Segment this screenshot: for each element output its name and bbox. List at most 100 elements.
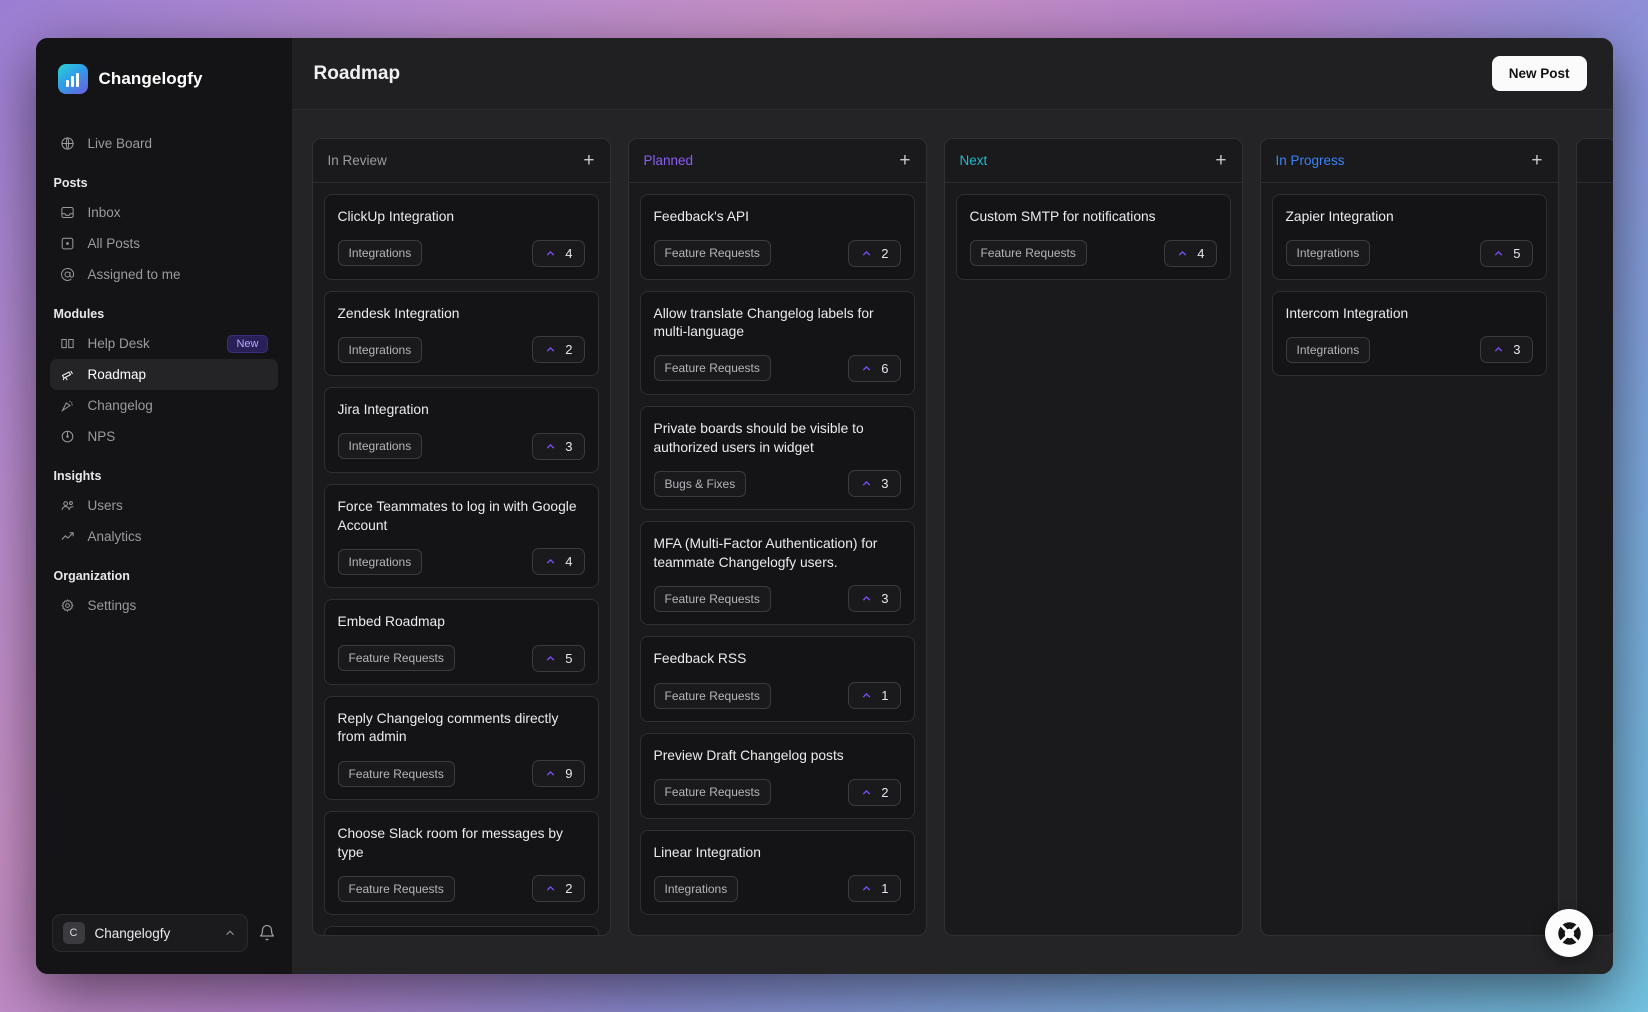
vote-count: 5 xyxy=(565,650,573,666)
sidebar-item-label: NPS xyxy=(87,429,116,444)
card-title: ClickUp Integration xyxy=(337,209,455,224)
sidebar-item-assigned-to-me[interactable]: Assigned to me xyxy=(50,259,278,290)
roadmap-card[interactable]: Feedback's API Feature Requests 2 xyxy=(639,194,915,280)
brand-name: Changelogfy xyxy=(98,69,203,88)
roadmap-card[interactable]: Allow translate Changelog labels for mul… xyxy=(639,290,915,395)
vote-button[interactable]: 5 xyxy=(1480,239,1533,267)
sidebar-item-analytics[interactable]: Analytics xyxy=(50,521,278,552)
new-post-button[interactable]: New Post xyxy=(1491,56,1587,91)
vote-button[interactable]: 1 xyxy=(848,682,901,709)
chevron-up-icon xyxy=(863,481,871,486)
roadmap-card[interactable]: Zendesk Integration Integrations 2 xyxy=(323,290,599,377)
card-title: Force Teammates to log in with Google Ac… xyxy=(337,498,577,533)
roadmap-card[interactable]: Custom SMTP for notifications Feature Req… xyxy=(955,194,1231,280)
column-title: Planned xyxy=(643,153,694,168)
sidebar-item-settings[interactable]: Settings xyxy=(50,590,278,621)
add-card-button[interactable]: + xyxy=(1531,151,1542,170)
roadmap-card[interactable]: Private boards should be visible to auth… xyxy=(639,405,915,511)
roadmap-card[interactable]: Feedback and Reactions Should Post to Sl… xyxy=(323,926,599,935)
sidebar-item-live-board[interactable]: Live Board xyxy=(50,128,278,159)
card-tag: Integrations xyxy=(1285,240,1371,267)
board-column-planned: Planned + Feedback's API Feature Requests… xyxy=(627,138,927,936)
roadmap-card[interactable]: Reply Changelog comments directly from a… xyxy=(323,695,599,800)
sidebar-item-label: Assigned to me xyxy=(87,267,181,282)
card-title: Choose Slack room for messages by type xyxy=(337,826,563,860)
card-title: Feedback's API xyxy=(653,209,749,224)
column-header xyxy=(1576,139,1613,183)
vote-button[interactable]: 2 xyxy=(532,875,585,903)
roadmap-board[interactable]: In Review + ClickUp Integration Integrati… xyxy=(291,110,1613,974)
add-card-button[interactable]: + xyxy=(583,151,594,170)
card-tag: Feature Requests xyxy=(653,355,771,382)
vote-button[interactable]: 2 xyxy=(532,336,585,364)
sidebar-item-label: Settings xyxy=(87,598,137,613)
telescope-icon xyxy=(60,367,76,383)
vote-button[interactable]: 5 xyxy=(532,644,585,672)
roadmap-card[interactable]: Force Teammates to log in with Google Ac… xyxy=(323,483,599,589)
roadmap-card[interactable]: Preview Draft Changelog posts Feature Req… xyxy=(639,733,915,819)
chevron-up-icon xyxy=(1495,250,1503,256)
sidebar-item-label: Help Desk xyxy=(87,336,150,351)
sidebar-group-modules: Modules xyxy=(53,307,105,321)
vote-button[interactable]: 3 xyxy=(532,432,585,460)
vote-count: 2 xyxy=(565,881,573,897)
org-name: Changelogfy xyxy=(94,925,171,941)
sidebar-item-changelog[interactable]: Changelog xyxy=(50,390,278,421)
vote-button[interactable]: 9 xyxy=(532,760,585,787)
sidebar-item-help-desk[interactable]: Help Desk New xyxy=(50,328,278,359)
sidebar: Changelogfy Live Board Posts Inbox All P… xyxy=(35,38,292,974)
roadmap-card[interactable]: Jira Integration Integrations 3 xyxy=(323,387,599,473)
users-icon xyxy=(60,498,76,514)
sidebar-item-users[interactable]: Users xyxy=(50,490,278,521)
roadmap-card[interactable]: Zapier Integration Integrations 5 xyxy=(1271,194,1547,280)
roadmap-card[interactable]: Feedback RSS Feature Requests 1 xyxy=(639,636,915,722)
vote-button[interactable]: 3 xyxy=(848,585,901,613)
lifebuoy-icon xyxy=(1557,921,1581,945)
vote-count: 2 xyxy=(881,784,889,800)
vote-button[interactable]: 4 xyxy=(1164,239,1217,267)
sidebar-item-inbox[interactable]: Inbox xyxy=(50,197,278,228)
org-switcher[interactable]: C Changelogfy xyxy=(51,914,248,952)
vote-button[interactable]: 4 xyxy=(532,548,585,576)
bell-icon[interactable] xyxy=(258,924,276,942)
card-tag: Feature Requests xyxy=(653,240,771,267)
column-header: In Progress + xyxy=(1260,139,1558,183)
chevron-up-icon xyxy=(547,886,555,891)
vote-button[interactable]: 6 xyxy=(848,354,901,382)
add-card-button[interactable]: + xyxy=(899,151,910,170)
roadmap-card[interactable]: Linear Integration Integrations 1 xyxy=(639,829,915,916)
card-title: Feedback RSS xyxy=(653,651,747,667)
avatar: C xyxy=(62,922,85,944)
vote-button[interactable]: 4 xyxy=(532,239,585,267)
card-tag: Feature Requests xyxy=(337,875,455,902)
sidebar-item-nps[interactable]: NPS xyxy=(50,421,278,452)
vote-button[interactable]: 2 xyxy=(848,239,901,267)
card-tag: Feature Requests xyxy=(337,645,455,672)
roadmap-card[interactable]: Embed Roadmap Feature Requests 5 xyxy=(323,599,599,685)
chevron-up-icon xyxy=(863,886,871,891)
help-button[interactable] xyxy=(1545,909,1593,957)
card-title: Custom SMTP for notifications xyxy=(969,209,1156,224)
vote-button[interactable]: 2 xyxy=(848,778,901,806)
sidebar-item-roadmap[interactable]: Roadmap xyxy=(49,359,278,390)
card-title: Zapier Integration xyxy=(1285,209,1394,224)
roadmap-card[interactable]: Choose Slack room for messages by type Fe… xyxy=(323,811,599,916)
card-title: Embed Roadmap xyxy=(337,614,445,630)
roadmap-card[interactable]: MFA (Multi-Factor Authentication) for te… xyxy=(639,521,915,626)
vote-button[interactable]: 1 xyxy=(848,875,901,903)
roadmap-card[interactable]: ClickUp Integration Integrations 4 xyxy=(323,194,599,280)
vote-count: 5 xyxy=(1513,245,1521,261)
vote-button[interactable]: 3 xyxy=(1480,336,1533,364)
add-card-button[interactable]: + xyxy=(1215,151,1226,170)
card-title: MFA (Multi-Factor Authentication) for te… xyxy=(653,536,878,570)
vote-count: 9 xyxy=(565,766,573,781)
board-column-in-progress: In Progress + Zapier Integration Integrat… xyxy=(1259,138,1559,936)
sidebar-item-all-posts[interactable]: All Posts xyxy=(50,228,278,259)
sidebar-item-label: Inbox xyxy=(87,205,121,220)
roadmap-card[interactable]: Intercom Integration Integrations 3 xyxy=(1271,290,1547,377)
main-content: Roadmap New Post In Review + ClickUp Int… xyxy=(291,38,1613,974)
chevron-up-icon xyxy=(863,789,871,795)
vote-button[interactable]: 3 xyxy=(848,470,901,498)
chevron-up-icon xyxy=(547,559,555,564)
board-column-next-partial[interactable] xyxy=(1575,138,1613,936)
